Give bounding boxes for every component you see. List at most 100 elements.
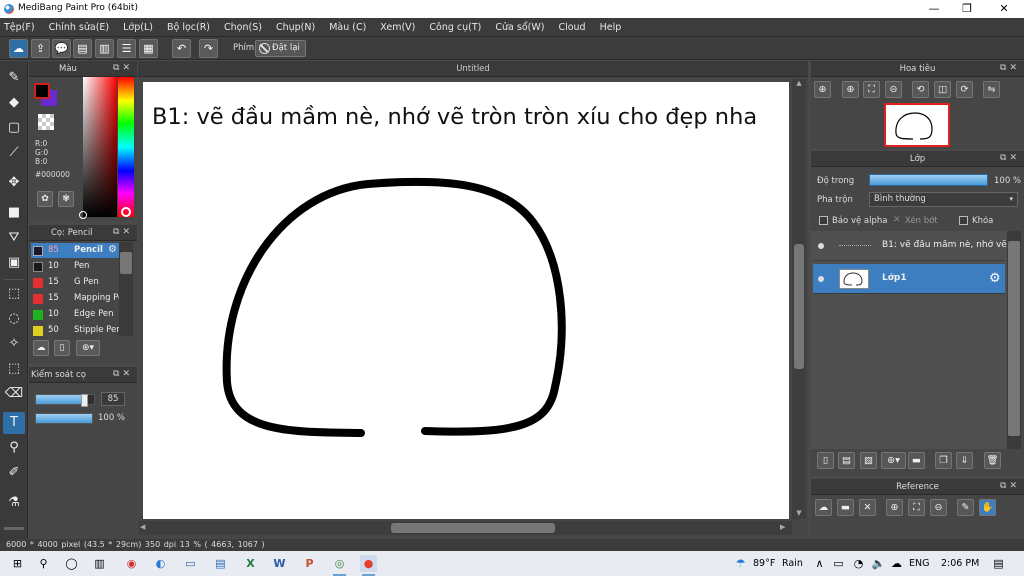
operation-tool-icon[interactable]: ⚲ [3,437,25,459]
notification-icon[interactable]: ▤ [990,555,1007,572]
edge-icon[interactable]: ◐ [152,555,169,572]
reference-zoom-out-icon[interactable]: ⊖ [930,499,947,516]
reference-zoom-in-icon[interactable]: ⊕ [886,499,903,516]
menu-help[interactable]: Help [600,22,622,33]
select-pen-tool-icon[interactable]: ⬚ [3,358,25,380]
canvas-vertical-scrollbar[interactable]: ▲ ▼ [792,79,806,519]
rotate-right-icon[interactable]: ⟳ [956,81,973,98]
powerpoint-icon[interactable]: P [301,555,318,572]
panel-controls[interactable]: ⧉✕ [113,227,133,237]
bucket-tool-icon[interactable]: ⛛ [3,227,25,249]
fit-window-icon[interactable]: ⛶ [863,81,880,98]
canvas-horizontal-scrollbar[interactable]: ◀ ▶ [138,521,792,535]
foreground-color-swatch[interactable] [34,83,50,99]
eyedropper-tool-icon[interactable]: ⚗ [3,492,25,514]
word-icon[interactable]: W [271,555,288,572]
color-settings-icon[interactable]: ✾ [58,191,74,207]
panel-controls[interactable]: ⧉✕ [113,63,133,73]
cloud-icon[interactable]: ☁ [9,39,28,58]
page-icon[interactable]: ▥ [95,39,114,58]
brush-add-dropdown-icon[interactable]: ⊕▾ [76,340,100,356]
new-1bit-layer-icon[interactable]: ▧ [860,452,877,469]
line-tool-icon[interactable]: ⟋ [3,142,25,164]
saturation-value-picker[interactable] [83,77,117,217]
menu-cloud[interactable]: Cloud [558,22,585,33]
hue-slider-handle[interactable] [121,207,131,217]
excel-icon[interactable]: X [242,555,259,572]
scroll-thumb[interactable] [1008,241,1020,436]
reset-button[interactable]: Đặt lại [255,40,306,57]
duplicate-layer-icon[interactable]: ❐ [935,452,952,469]
scroll-down-icon[interactable]: ▼ [794,509,804,519]
hue-slider[interactable] [118,77,134,217]
menu-file[interactable]: Tệp(F) [4,22,35,33]
monitor-icon[interactable]: ▭ [182,555,199,572]
task-view-icon[interactable]: ▥ [91,555,108,572]
new-folder-icon[interactable]: ▬ [908,452,925,469]
divide-tool-icon[interactable]: ✐ [3,462,25,484]
zoom-fit-icon[interactable]: ⊕ [814,81,831,98]
brush-item[interactable]: 15 Mapping Pen [31,291,119,306]
share-icon[interactable]: ⇪ [31,39,50,58]
layer-item[interactable]: B1: vẽ đầu mầm nè, nhớ vẽ tròn tròn xíu … [813,231,1007,261]
document-tab[interactable]: Untitled [138,61,808,77]
brush-gear-icon[interactable]: ⚙ [108,244,117,255]
layer-gear-icon[interactable]: ⚙ [989,271,1001,286]
maximize-button[interactable]: ❐ [949,0,985,18]
brush-item[interactable]: 15 G Pen [31,275,119,290]
new-halftone-layer-icon[interactable]: ▤ [838,452,855,469]
brush-opacity-slider[interactable] [35,413,93,424]
brush-tool-icon[interactable]: ✎ [3,67,25,89]
tool-scroll[interactable] [4,527,24,530]
cortana-icon[interactable]: ◯ [63,555,80,572]
panel-controls[interactable]: ⧉✕ [1000,481,1020,491]
zoom-in-icon[interactable]: ⊕ [842,81,859,98]
minimize-button[interactable]: — [916,0,952,18]
fill-rect-tool-icon[interactable]: ■ [3,202,25,224]
chrome-icon[interactable]: ◎ [331,555,348,576]
layer-list-scrollbar[interactable] [1007,231,1021,449]
rotate-left-icon[interactable]: ⟲ [912,81,929,98]
magic-wand-tool-icon[interactable]: ✧ [3,333,25,355]
language-indicator[interactable]: ENG [909,558,929,569]
brush-item[interactable]: 10 Pen [31,259,119,274]
brush-item[interactable]: 50 Stipple Pen [31,323,119,338]
brush-item[interactable]: 10 Edge Pen [31,307,119,322]
rectangle-tool-icon[interactable]: ▢ [3,117,25,139]
volume-icon[interactable]: 🔈 [870,555,887,572]
lasso-tool-icon[interactable]: ◌ [3,308,25,330]
select-rect-tool-icon[interactable]: ⬚ [3,283,25,305]
menu-edit[interactable]: Chỉnh sửa(E) [49,22,110,33]
menu-snap[interactable]: Chụp(N) [276,22,315,33]
protect-alpha-checkbox[interactable] [819,216,828,225]
scroll-left-icon[interactable]: ◀ [140,523,150,533]
scroll-thumb[interactable] [794,244,804,369]
color-palette-icon[interactable]: ✿ [37,191,53,207]
brush-size-value[interactable]: 85 [101,392,125,406]
app-icon-1[interactable]: ◉ [123,555,140,572]
brush-size-slider[interactable] [35,394,95,407]
clipping-icon[interactable]: ✕ [893,215,901,225]
search-icon[interactable]: ⚲ [35,555,52,572]
gradient-tool-icon[interactable]: ▣ [3,252,25,274]
panel-controls[interactable]: ⧉✕ [113,369,133,379]
file-explorer-icon[interactable]: ▤ [212,555,229,572]
brush-download-icon[interactable]: ☁ [33,340,49,356]
text-tool-icon[interactable]: T [3,412,25,434]
reference-cloud-icon[interactable]: ☁ [815,499,832,516]
scroll-thumb[interactable] [120,252,132,274]
brush-item[interactable]: 85 Pencil ⚙ [31,243,119,258]
chevron-up-icon[interactable]: ∧ [811,555,828,572]
transparent-color-swatch[interactable] [38,114,54,130]
windows-start-icon[interactable]: ⊞ [9,555,26,572]
new-layer-icon[interactable]: ▯ [817,452,834,469]
network-icon[interactable]: ◔ [850,555,867,572]
scroll-thumb[interactable] [391,523,555,533]
battery-icon[interactable]: ▭ [830,555,847,572]
speech-bubble-icon[interactable]: 💬 [52,39,71,58]
sv-picker-handle[interactable] [79,211,87,219]
actual-size-icon[interactable]: ◫ [934,81,951,98]
delete-layer-icon[interactable]: 🗑 [984,452,1001,469]
undo-icon[interactable]: ↶ [172,39,191,58]
page-list-icon[interactable]: ☰ [117,39,136,58]
